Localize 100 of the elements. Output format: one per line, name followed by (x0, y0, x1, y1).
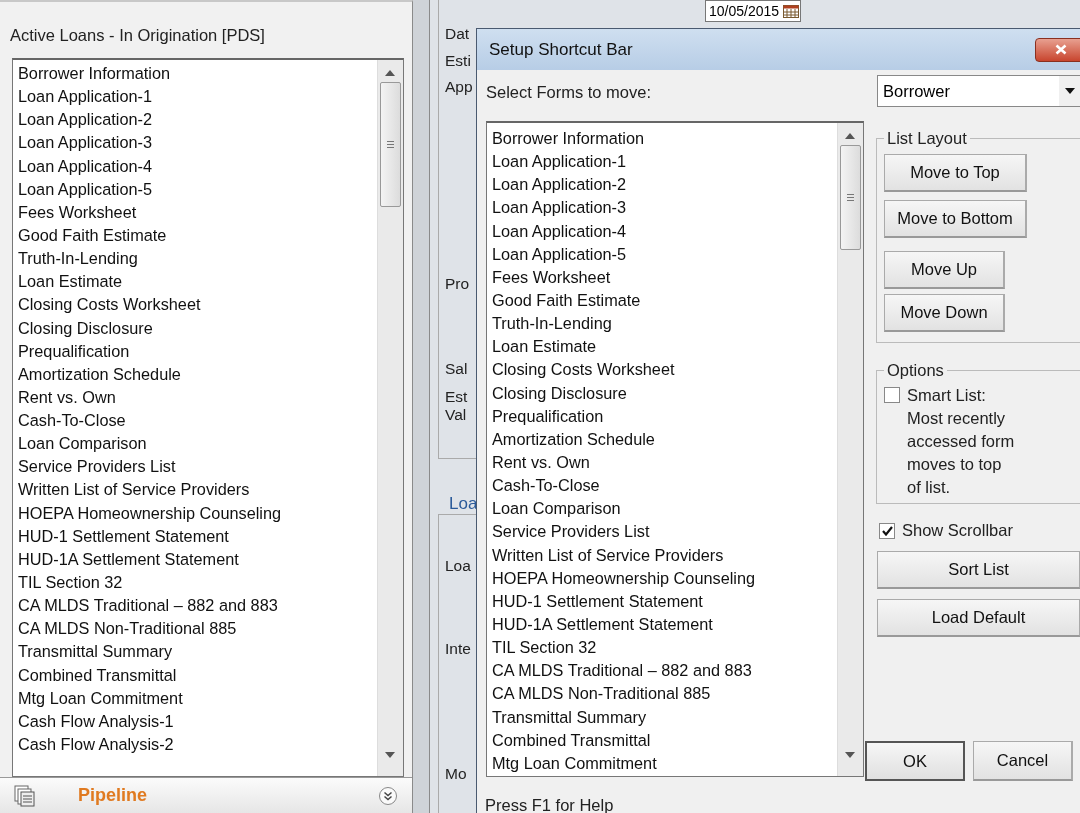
list-item[interactable]: Written List of Service Providers (492, 543, 837, 567)
list-item[interactable]: Prequalification (18, 339, 377, 363)
list-item[interactable]: Service Providers List (492, 520, 837, 544)
list-item[interactable]: Loan Application-4 (492, 219, 837, 243)
checkmark-icon (881, 526, 893, 536)
list-item[interactable]: HOEPA Homeownership Counseling (18, 501, 377, 525)
chevron-down-icon[interactable] (378, 785, 398, 806)
list-item[interactable]: Cash Flow Analysis-1 (18, 709, 377, 734)
list-item[interactable]: Amortization Schedule (492, 427, 837, 451)
scroll-up-arrow-icon[interactable] (845, 133, 855, 139)
scrollbar[interactable] (377, 59, 403, 777)
list-item[interactable]: Truth-In-Lending (18, 247, 377, 271)
calendar-icon[interactable] (783, 4, 800, 18)
action-button[interactable]: Load Default (877, 599, 1080, 637)
list-item[interactable]: Mtg Loan Commitment (492, 751, 837, 775)
list-item[interactable]: Combined Transmittal (492, 728, 837, 752)
list-item[interactable]: Good Faith Estimate (18, 223, 377, 248)
list-item[interactable]: Loan Application-5 (18, 177, 377, 201)
list-item[interactable]: Fees Worksheet (492, 265, 837, 289)
field-label: Mo (445, 764, 467, 784)
list-item[interactable]: Cash-To-Close (18, 409, 377, 433)
list-item[interactable]: Closing Disclosure (18, 316, 377, 340)
grip-icon (847, 194, 854, 201)
list-item[interactable]: Loan Application-5 (492, 242, 837, 266)
list-item[interactable]: CA MLDS Non-Traditional 885 (18, 617, 377, 641)
group-label: Options (886, 361, 945, 380)
list-item[interactable]: Combined Transmittal (18, 663, 377, 687)
list-item[interactable]: Loan Application-4 (18, 154, 377, 178)
list-item[interactable]: Fees Worksheet (18, 200, 377, 224)
field-label: Inte (445, 639, 471, 659)
list-item[interactable]: Closing Disclosure (492, 381, 837, 405)
list-item[interactable]: Closing Costs Worksheet (492, 358, 837, 382)
dropdown-value: Borrower (883, 81, 950, 101)
dialog-title: Setup Shortcut Bar (489, 39, 633, 60)
dropdown-arrow-icon[interactable] (1065, 88, 1075, 94)
list-item[interactable]: Rent vs. Own (492, 450, 837, 475)
field-label: Pro (445, 274, 470, 294)
list-item[interactable]: CA MLDS Non-Traditional 885 (492, 682, 837, 706)
list-item[interactable]: Loan Application-2 (492, 173, 837, 197)
list-item[interactable]: Transmittal Summary (18, 640, 377, 664)
list-item[interactable]: Transmittal Summary (492, 705, 837, 729)
field-label: Select Forms to move: (486, 82, 653, 102)
list-item[interactable]: Truth-In-Lending (492, 312, 837, 336)
scrollbar-thumb[interactable] (840, 145, 861, 250)
list-item[interactable]: HUD-1A Settlement Statement (492, 612, 837, 637)
list-item[interactable]: CA MLDS Traditional – 882 and 883 (492, 659, 837, 683)
list-item[interactable]: Loan Application-1 (18, 85, 377, 109)
list-item[interactable]: TIL Section 32 (492, 636, 837, 660)
list-item[interactable]: Amortization Schedule (18, 362, 377, 386)
list-item[interactable]: Loan Comparison (492, 497, 837, 521)
list-item[interactable]: CA MLDS Traditional – 882 and 883 (18, 594, 377, 618)
list-item[interactable]: Service Providers List (18, 455, 377, 479)
move-button[interactable]: Move Down (884, 294, 1005, 332)
checkbox[interactable] (879, 523, 895, 539)
list-item[interactable]: Loan Comparison (18, 432, 377, 456)
scroll-down-arrow-icon[interactable] (385, 752, 395, 759)
list-item[interactable]: Loan Application-3 (18, 131, 377, 155)
list-item[interactable]: Borrower Information (18, 61, 377, 86)
checkbox-label: Show Scrollbar (902, 520, 1013, 541)
list-item[interactable]: Closing Costs Worksheet (18, 293, 377, 317)
list-item[interactable]: Loan Estimate (18, 270, 377, 294)
move-button[interactable]: Move to Top (884, 154, 1027, 192)
list-item[interactable]: Written List of Service Providers (18, 478, 377, 502)
close-button[interactable] (1035, 37, 1080, 62)
list-item[interactable]: Cash-To-Close (492, 474, 837, 498)
cancel-button[interactable]: Cancel (973, 741, 1073, 781)
list-item[interactable]: Prequalification (492, 404, 837, 428)
list-item[interactable]: Loan Estimate (492, 335, 837, 359)
list-item[interactable]: Mtg Loan Commitment (18, 686, 377, 710)
checkbox[interactable] (884, 387, 900, 403)
list-item[interactable]: Rent vs. Own (18, 385, 377, 410)
move-button[interactable]: Move Up (884, 251, 1005, 289)
list-item[interactable]: HUD-1A Settlement Statement (18, 547, 377, 572)
scroll-down-arrow-icon[interactable] (845, 752, 855, 758)
stacked-pages-icon[interactable] (14, 784, 36, 807)
scrollbar[interactable] (837, 123, 863, 776)
list-item[interactable]: Loan Application-3 (492, 196, 837, 220)
dropdown[interactable]: Borrower (877, 75, 1080, 107)
list-item[interactable]: Cash Flow Analysis-2 (18, 733, 377, 757)
scrollbar-thumb[interactable] (380, 81, 401, 207)
list-item[interactable]: Loan Application-2 (18, 108, 377, 132)
ok-button[interactable]: OK (865, 741, 965, 781)
field-label: Est (445, 387, 468, 407)
list-item[interactable]: TIL Section 32 (18, 571, 377, 595)
field-label: Sal (445, 359, 468, 379)
field-label: Loa (445, 556, 471, 576)
date-field[interactable]: 10/05/2015 (705, 0, 801, 22)
close-icon[interactable] (1055, 44, 1067, 55)
field-label: Esti (445, 51, 471, 71)
list-item[interactable]: HOEPA Homeownership Counseling (492, 566, 837, 590)
action-button[interactable]: Sort List (877, 551, 1080, 589)
list-item[interactable]: HUD-1 Settlement Statement (18, 524, 377, 548)
list-item[interactable]: Loan Application-1 (492, 150, 837, 174)
field-label: Val (445, 405, 467, 425)
move-button[interactable]: Move to Bottom (884, 200, 1027, 238)
list-item[interactable]: Borrower Information (492, 127, 837, 151)
date-value: 10/05/2015 (709, 3, 780, 19)
list-item[interactable]: Good Faith Estimate (492, 289, 837, 313)
list-item[interactable]: HUD-1 Settlement Statement (492, 589, 837, 613)
scroll-up-arrow-icon[interactable] (385, 69, 395, 76)
